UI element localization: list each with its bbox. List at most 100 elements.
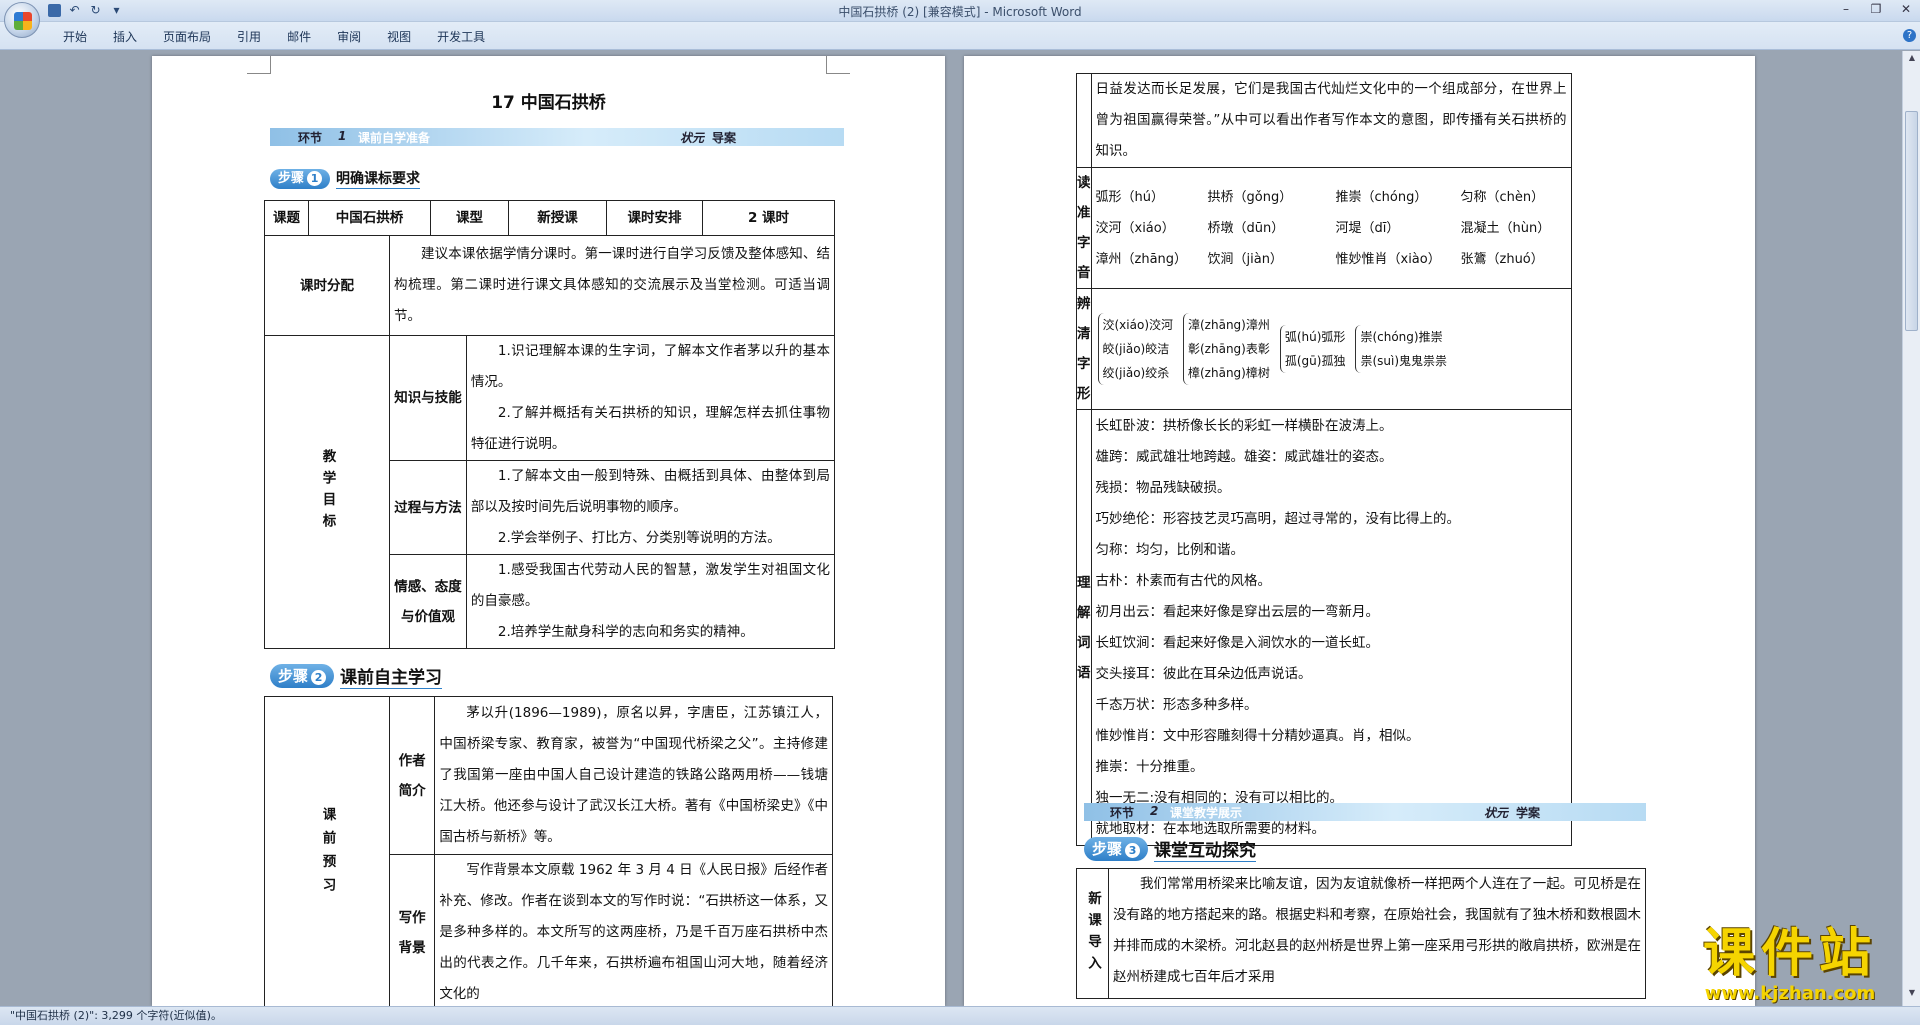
vocab-item: 长虹卧波：拱桥像长长的彩虹一样横卧在波涛上。 — [1095, 417, 1393, 434]
vocab-list: 长虹卧波：拱桥像长长的彩虹一样横卧在波涛上。 雄跨：威武雄壮地跨越。雄姿：威武雄… — [1090, 409, 1572, 846]
vocab-item: 雄跨：威武雄壮地跨越。雄姿：威武雄壮的姿态。 — [1095, 448, 1393, 465]
bianqing-label: 辨清字形 — [1076, 288, 1092, 410]
tab-insert[interactable]: 插入 — [100, 28, 150, 45]
ribbon-tabs: 开始 插入 页面布局 引用 邮件 审阅 视图 开发工具 — [50, 28, 498, 45]
band-name: 课前自学准备 — [358, 131, 431, 145]
bian-item: 彰(zhāng)表彰 — [1188, 342, 1270, 356]
background-paragraph: 写作背景本文原载 1962 年 3 月 4 日《人民日报》后经作者补充、修改。作… — [439, 862, 828, 1002]
word-count-status[interactable]: "中国石拱桥 (2)": 3,299 个字符(近似值)。 — [10, 1009, 222, 1022]
bian-item: 绞(jiǎo)绞杀 — [1102, 366, 1170, 380]
tab-mailings[interactable]: 邮件 — [274, 28, 324, 45]
author-label: 作者简介 — [388, 696, 436, 855]
step-label: 步骤 — [278, 667, 309, 685]
tab-home[interactable]: 开始 — [50, 28, 100, 45]
office-logo-icon — [14, 12, 32, 30]
vocab-item: 匀称：均匀，比例和谐。 — [1095, 541, 1245, 558]
pinyin-item: 洨河（xiáo） — [1095, 220, 1175, 236]
pinyin-item: 拱桥（gǒng） — [1207, 189, 1293, 205]
header-cell: 课题 — [265, 201, 309, 235]
close-icon[interactable]: ✕ — [1898, 2, 1914, 16]
tab-developer[interactable]: 开发工具 — [424, 28, 498, 45]
page-left: 17 中国石拱桥 环节 1 课前自学准备 状元 导案 步骤 1 明确课标要求 课题… — [152, 56, 945, 1006]
doc-title: 17 中国石拱桥 — [491, 93, 606, 113]
goal-sub-label: 过程与方法 — [389, 460, 467, 555]
bian-item: 洨(xiáo)洨河 — [1102, 318, 1174, 332]
maximize-icon[interactable]: ❐ — [1868, 2, 1884, 16]
pinyin-item: 推崇（chóng） — [1335, 189, 1428, 205]
office-button[interactable] — [4, 2, 40, 38]
scroll-up-icon[interactable]: ▲ — [1903, 53, 1920, 69]
pinyin-item: 饮涧（jiàn） — [1207, 251, 1283, 267]
band-link: 环节 — [298, 131, 323, 145]
help-icon[interactable]: ? — [1903, 29, 1916, 42]
bian-item: 漳(zhāng)漳州 — [1188, 318, 1270, 332]
crop-mark — [826, 56, 850, 74]
watermark-logo: 课件站 www.kjzhan.com — [1668, 925, 1912, 1007]
table-row: 新课导入 我们常常用桥梁来比喻友谊，因为友谊就像桥一样把两个人连在了一起。可见桥… — [1076, 868, 1646, 999]
step-num: 3 — [1125, 843, 1141, 858]
band-link: 环节 — [1110, 806, 1135, 820]
fenpei-paragraph: 建议本课依据学情分课时。第一课时进行自学习反馈及整体感知、结构梳理。第二课时进行… — [394, 246, 830, 324]
table-row: 辨清字形 洨(xiáo)洨河 皎(jiǎo)皎洁 绞(jiǎo)绞杀 漳(zhā… — [1076, 288, 1572, 410]
goal-text: 1.识记理解本课的生字词，了解本文作者茅以升的基本情况。 2.了解并概括有关石拱… — [465, 335, 836, 461]
step-num: 2 — [311, 670, 327, 685]
table-header-row: 课题 中国石拱桥 课型 新授课 课时安排 2 课时 — [264, 200, 835, 236]
table-row: 读准字音 弧形（hú） 拱桥（gǒng） 推崇（chóng） 匀称（chèn） … — [1076, 167, 1572, 289]
minimize-icon[interactable]: – — [1838, 2, 1854, 16]
goal-text: 1.感受我国古代劳动人民的智慧，激发学生对祖国文化的自豪感。 2.培养学生献身科… — [465, 554, 836, 649]
band-brand-a: 状元 — [680, 131, 705, 145]
step-title: 明确课标要求 — [336, 168, 421, 189]
bian-group: 漳(zhāng)漳州 彰(zhāng)表彰 樟(zhāng)樟树 — [1183, 313, 1270, 385]
pinyin-item: 张鷟（zhuó） — [1460, 251, 1544, 267]
title-bar: ↶ ↻ ▾ 中国石拱桥 (2) [兼容模式] - Microsoft Word … — [0, 0, 1920, 22]
step-title: 课堂互动探究 — [1154, 836, 1257, 862]
status-bar: "中国石拱桥 (2)": 3,299 个字符(近似值)。 — [0, 1006, 1920, 1025]
goal-item: 2.了解并概括有关石拱桥的知识，理解怎样去抓住事物特征进行说明。 — [470, 405, 830, 452]
vocab-item: 初月出云：看起来好像是穿出云层的一弯新月。 — [1095, 603, 1380, 620]
goal-item: 2.培养学生献身科学的志向和务实的精神。 — [497, 624, 754, 640]
background-text: 写作背景本文原载 1962 年 3 月 4 日《人民日报》后经作者补充、修改。作… — [434, 854, 833, 1006]
pinyin-item: 漳州（zhāng） — [1095, 251, 1188, 267]
header-cell: 新授课 — [509, 201, 607, 235]
tab-review[interactable]: 审阅 — [324, 28, 374, 45]
vocab-item: 古朴：朴素而有古代的风格。 — [1095, 572, 1272, 589]
band-num: 1 — [338, 129, 347, 143]
vertical-scrollbar[interactable]: ▲ ▼ — [1902, 51, 1920, 1006]
bian-group: 洨(xiáo)洨河 皎(jiǎo)皎洁 绞(jiǎo)绞杀 — [1097, 313, 1174, 385]
vocab-item: 推崇：十分推重。 — [1095, 758, 1204, 775]
pinyin-item: 桥墩（dūn） — [1207, 220, 1285, 236]
header-cell: 课时安排 — [607, 201, 703, 235]
tab-view[interactable]: 视图 — [374, 28, 424, 45]
watermark-title: 课件站 — [1702, 924, 1877, 984]
pinyin-grid: 弧形（hú） 拱桥（gǒng） 推崇（chóng） 匀称（chèn） 洨河（xi… — [1092, 182, 1571, 275]
header-cell: 中国石拱桥 — [309, 201, 431, 235]
step-pill: 步骤 1 — [270, 168, 331, 189]
fenpei-text: 建议本课依据学情分课时。第一课时进行自学习反馈及整体感知、结构梳理。第二课时进行… — [389, 235, 835, 336]
band-brand-a: 状元 — [1484, 806, 1509, 820]
author-text: 茅以升(1896—1989)，原名以昇，字唐臣，江苏镇江人，中国桥梁专家、教育家… — [434, 696, 833, 855]
window-title: 中国石拱桥 (2) [兼容模式] - Microsoft Word — [838, 5, 1082, 19]
section-band-2: 环节 2 课堂教学展示 状元 学案 — [1084, 803, 1646, 821]
xinke-label: 新课导入 — [1076, 868, 1109, 999]
step-1-heading: 步骤 1 明确课标要求 — [270, 168, 421, 189]
tab-references[interactable]: 引用 — [224, 28, 274, 45]
table-row: 理解词语 长虹卧波：拱桥像长长的彩虹一样横卧在波涛上。 雄跨：威武雄壮地跨越。雄… — [1076, 409, 1572, 846]
goal-item: 1.了解本文由一般到特殊、由概括到具体、由整体到局部以及按时间先后说明事物的顺序… — [470, 468, 830, 515]
step-num: 1 — [307, 170, 323, 186]
step-label: 步骤 — [278, 170, 305, 186]
author-paragraph: 茅以升(1896—1989)，原名以昇，字唐臣，江苏镇江人，中国桥梁专家、教育家… — [439, 705, 828, 845]
header-cell: 课型 — [431, 201, 509, 235]
window-controls: – ❐ ✕ — [1838, 2, 1914, 16]
ribbon: 开始 插入 页面布局 引用 邮件 审阅 视图 开发工具 ? — [0, 22, 1920, 50]
watermark-url: www.kjzhan.com — [1704, 983, 1876, 1004]
tab-page-layout[interactable]: 页面布局 — [150, 28, 224, 45]
step-2-heading: 步骤 2 课前自主学习 — [270, 663, 443, 689]
scroll-thumb[interactable] — [1905, 111, 1918, 331]
document-workspace: 17 中国石拱桥 环节 1 课前自学准备 状元 导案 步骤 1 明确课标要求 课题… — [0, 51, 1902, 1006]
intro-table: 新课导入 我们常常用桥梁来比喻友谊，因为友谊就像桥一样把两个人连在了一起。可见桥… — [1076, 868, 1646, 999]
xinke-paragraph: 我们常常用桥梁来比喻友谊，因为友谊就像桥一样把两个人连在了一起。可见桥是在没有路… — [1113, 876, 1641, 985]
section-band-1: 环节 1 课前自学准备 状元 导案 — [270, 128, 844, 146]
xinke-text: 我们常常用桥梁来比喻友谊，因为友谊就像桥一样把两个人连在了一起。可见桥是在没有路… — [1108, 868, 1646, 999]
vocab-item: 长虹饮涧：看起来好像是入涧饮水的一道长虹。 — [1095, 634, 1380, 651]
bian-item: 祟(suì)鬼鬼祟祟 — [1360, 354, 1448, 368]
